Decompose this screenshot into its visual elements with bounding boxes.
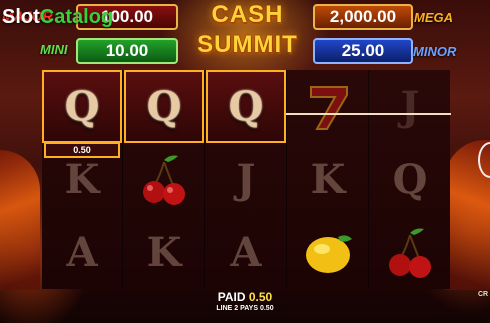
j-symbol: J <box>400 83 420 130</box>
mega-jackpot-value: 2,000.00 <box>329 7 397 26</box>
q-symbol: Q <box>392 156 428 203</box>
watermark-part-2: Catalog <box>39 6 114 28</box>
reel-grid: Q K A Q K Q J A K J Q <box>42 70 450 289</box>
reel-4-symbol-3 <box>288 216 368 289</box>
paid-value: 0.50 <box>248 290 273 304</box>
paid-display: PAID 0.50 <box>0 290 490 304</box>
cherries-icon <box>389 228 431 278</box>
game-logo: CASH SUMMIT <box>195 0 300 60</box>
a-symbol: A <box>230 229 262 276</box>
k-symbol: K <box>146 229 182 276</box>
reel-2-symbol-3: K <box>124 216 204 289</box>
k-symbol: K <box>64 156 100 203</box>
win-amount-badge: 0.50 <box>44 142 120 158</box>
reel-1-symbol-1: Q <box>42 70 122 143</box>
reel-5-symbol-1: J <box>370 70 450 143</box>
reel-5: J Q <box>370 70 450 289</box>
reel-3-symbol-3: A <box>206 216 286 289</box>
lava-flow-left <box>0 150 40 290</box>
reel-4-symbol-1 <box>288 70 368 143</box>
minor-jackpot-value: 25.00 <box>341 41 385 60</box>
reel-3-symbol-1: Q <box>206 70 286 143</box>
mini-jackpot-panel: 10.00 <box>76 38 178 64</box>
q-symbol: Q <box>64 83 100 130</box>
q-symbol: Q <box>228 83 264 130</box>
logo-line-2: SUMMIT <box>197 31 298 58</box>
reel-4: K <box>288 70 369 289</box>
reel-2-symbol-1: Q <box>124 70 204 143</box>
reel-3-symbol-2: J <box>206 143 286 216</box>
paid-label: PAID <box>217 290 246 304</box>
mini-jackpot-label: MINI <box>40 42 68 57</box>
cherries-icon <box>143 155 185 205</box>
payline-indicator <box>286 113 451 115</box>
reel-2: Q K <box>124 70 205 289</box>
reel-5-symbol-2: Q <box>370 143 450 216</box>
minor-jackpot-label: MINOR <box>413 44 457 59</box>
watermark: SlotCatalog <box>2 6 113 29</box>
logo-line-1: CASH <box>211 1 284 28</box>
a-symbol: A <box>66 229 98 276</box>
k-symbol: K <box>310 156 346 203</box>
reel-2-symbol-2 <box>124 143 204 216</box>
reel-3: Q J A <box>206 70 287 289</box>
reel-1-symbol-3: A <box>42 216 122 289</box>
watermark-part-1: Slot <box>2 6 40 28</box>
reel-5-symbol-3 <box>370 216 450 289</box>
mega-jackpot-panel: 2,000.00 <box>313 4 413 30</box>
q-symbol: Q <box>146 83 182 130</box>
reel-1: Q K A <box>42 70 123 289</box>
lemon-icon <box>306 234 352 273</box>
j-symbol: J <box>236 156 256 203</box>
minor-jackpot-panel: 25.00 <box>313 38 413 64</box>
reel-4-symbol-2: K <box>288 143 368 216</box>
seven-icon <box>310 85 348 130</box>
mini-jackpot-value: 10.00 <box>105 41 149 60</box>
line-pays-text: LINE 2 PAYS 0.50 <box>216 305 274 312</box>
mega-jackpot-label: MEGA <box>414 10 453 25</box>
